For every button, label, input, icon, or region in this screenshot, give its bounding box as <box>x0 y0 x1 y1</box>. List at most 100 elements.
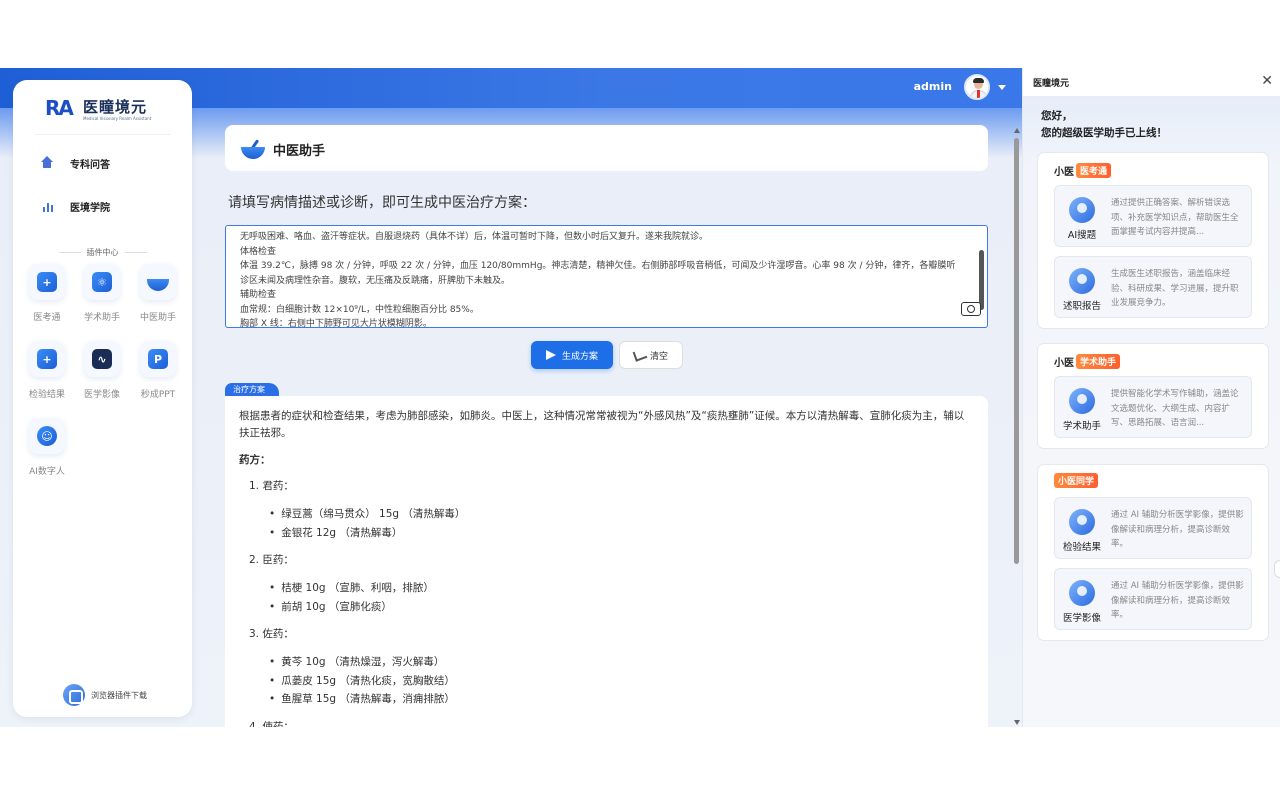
user-name[interactable]: admin <box>914 80 952 93</box>
greeting-line: 您的超级医学助手已上线！ <box>1041 127 1167 139</box>
main-scrollbar[interactable] <box>1011 116 1021 727</box>
nav-label: 医境学院 <box>70 202 110 214</box>
page-title: 中医助手 <box>273 144 326 159</box>
herb-item: 鱼腥草 15g （清热解毒，消痈排脓） <box>269 690 974 709</box>
panel-edge-handle[interactable] <box>1274 560 1280 578</box>
section-title: 3. 佐药： <box>249 628 294 640</box>
main-app: admin RA 医瞳境元 Medical Visionary Realm As… <box>0 68 1022 727</box>
textarea-scrollbar[interactable] <box>979 250 984 310</box>
herb-item: 瓜蒌皮 15g （清热化痰，宽胸散结） <box>269 672 974 691</box>
nav-item-academy[interactable]: 医境学院 <box>41 196 110 216</box>
atom-icon: ⚛ <box>92 272 112 292</box>
result-tag: 治疗方案 <box>225 383 279 396</box>
scroll-up-arrow[interactable] <box>1014 128 1020 133</box>
extension-download-button[interactable]: 浏览器插件下载 <box>63 683 147 707</box>
ai-head-icon: ☺ <box>37 426 57 446</box>
plugin-label: 秒成PPT <box>140 390 176 400</box>
plugin-label: 中医助手 <box>139 313 176 323</box>
plugin-exam[interactable]: + 医考通 <box>21 264 73 323</box>
atom-icon <box>1069 388 1095 414</box>
group-tag: 学术助手 <box>1076 354 1121 369</box>
action-buttons: 生成方案 清空 <box>531 341 683 369</box>
plugin-ai-human[interactable]: ☺ AI数字人 <box>21 418 73 477</box>
feature-name: 医学影像 <box>1062 613 1101 624</box>
feature-name: 学术助手 <box>1062 421 1101 432</box>
herb-item: 桔梗 10g （宣肺、利咽，排脓） <box>269 579 974 598</box>
feature-name: AI搜题 <box>1067 230 1097 241</box>
medical-kit-icon: + <box>37 349 57 369</box>
divider <box>35 134 171 135</box>
plugin-imaging[interactable]: ∿ 医学影像 <box>76 341 128 400</box>
plugin-academic[interactable]: ⚛ 学术助手 <box>76 264 128 323</box>
logo: RA 医瞳境元 Medical Visionary Realm Assistan… <box>45 96 165 124</box>
plugin-label: 医考通 <box>33 313 61 323</box>
group-classmate: 小医同学 检验结果 通过 AI 辅助分析医学影像，提供影像解读和病理分析，提高诊… <box>1037 464 1269 641</box>
broom-icon <box>632 348 648 362</box>
result-intro: 根据患者的症状和检查结果，考虑为肺部感染，如肺炎。中医上，这种情况常常被视为“外… <box>239 410 965 439</box>
group-tag: 小医同学 <box>1054 473 1099 488</box>
plugin-label: AI数字人 <box>29 467 65 477</box>
case-line: 辅助检查 <box>240 290 277 300</box>
camera-icon[interactable] <box>961 302 981 316</box>
case-description-input[interactable]: 无呼吸困难、咯血、盗汗等症状。自服退烧药（具体不详）后，体温可暂时下降，但数小时… <box>225 225 988 328</box>
report-icon <box>1069 268 1095 294</box>
feature-lab-result[interactable]: 检验结果 通过 AI 辅助分析医学影像，提供影像解读和病理分析，提高诊断效率。 <box>1054 497 1252 559</box>
close-icon[interactable]: ✕ <box>1261 73 1273 89</box>
herb-item: 黄芩 10g （清热燥湿，泻火解毒） <box>269 653 974 672</box>
nav-item-qa[interactable]: 专科问答 <box>41 153 110 173</box>
browser-viewport: admin RA 医瞳境元 Medical Visionary Realm As… <box>0 68 1280 727</box>
group-tag: 医考通 <box>1076 163 1112 178</box>
group-prefix: 小医 <box>1054 358 1074 369</box>
feature-report[interactable]: 述职报告 生成医生述职报告，涵盖临床经验、科研成果、学习进展，提升职业发展竞争力… <box>1054 256 1252 318</box>
plugin-tcm[interactable]: 中医助手 <box>132 264 184 323</box>
case-line: 体温 39.2℃，脉搏 98 次 / 分钟，呼吸 22 次 / 分钟，血压 12… <box>240 261 956 286</box>
result-heading: 药方： <box>239 454 271 466</box>
brand-subtitle: Medical Visionary Realm Assistant <box>83 116 152 121</box>
send-icon <box>545 350 556 360</box>
herb-item: 前胡 10g （宣肺化痰） <box>269 598 974 617</box>
feature-desc: 通过提供正确答案、解析错误选项、补充医学知识点，帮助医生全面掌握考试内容并提高.… <box>1111 198 1239 237</box>
scroll-down-arrow[interactable] <box>1014 720 1020 725</box>
herb-bowl-icon <box>241 139 265 159</box>
feature-desc: 通过 AI 辅助分析医学影像，提供影像解读和病理分析，提高诊断效率。 <box>1111 581 1244 620</box>
generate-label: 生成方案 <box>561 351 598 362</box>
section-title: 4. 使药： <box>249 720 294 728</box>
feature-name: 述职报告 <box>1062 301 1101 312</box>
nav-label: 专科问答 <box>70 159 110 171</box>
plugin-label: 检验结果 <box>28 390 65 400</box>
home-icon <box>41 156 55 170</box>
sidebar: RA 医瞳境元 Medical Visionary Realm Assistan… <box>13 80 192 717</box>
assistant-side-panel: 医瞳境元 ✕ 您好， 您的超级医学助手已上线！ 小医 医考通 AI搜题 通过提供… <box>1022 68 1280 727</box>
puzzle-icon <box>63 684 85 706</box>
panel-title: 医瞳境元 <box>1033 79 1070 89</box>
case-line: 体格检查 <box>240 246 277 257</box>
group-title: 小医同学 <box>1054 473 1099 488</box>
plugin-center-title: 插件中心 <box>13 247 192 258</box>
herb-item: 金银花 12g （清热解毒） <box>269 524 974 543</box>
plugin-lab[interactable]: + 检验结果 <box>21 341 73 400</box>
group-prefix: 小医 <box>1054 167 1074 178</box>
group-exam: 小医 医考通 AI搜题 通过提供正确答案、解析错误选项、补充医学知识点，帮助医生… <box>1037 152 1269 329</box>
chevron-down-icon[interactable] <box>998 85 1006 90</box>
exam-icon: + <box>37 272 57 292</box>
feature-academic[interactable]: 学术助手 提供智能化学术写作辅助，涵盖论文选题优化、大纲生成、内容扩写、思路拓展… <box>1054 376 1252 438</box>
feature-imaging[interactable]: 医学影像 通过 AI 辅助分析医学影像，提供影像解读和病理分析，提高诊断效率。 <box>1054 568 1252 630</box>
group-title: 小医 学术助手 <box>1054 354 1121 369</box>
ppt-icon: P <box>148 349 168 369</box>
feature-name: 检验结果 <box>1062 542 1101 553</box>
greeting-line: 您好， <box>1041 110 1073 122</box>
imaging-icon <box>1069 580 1095 606</box>
plugin-ppt[interactable]: P 秒成PPT <box>132 341 184 400</box>
herb-item: 绿豆蒿（绵马贯众） 15g （清热解毒） <box>269 505 974 524</box>
treatment-result: 根据患者的症状和检查结果，考虑为肺部感染，如肺炎。中医上，这种情况常常被视为“外… <box>225 396 988 727</box>
clear-button[interactable]: 清空 <box>619 341 683 369</box>
brand-title: 医瞳境元 <box>83 98 148 116</box>
feature-desc: 提供智能化学术写作辅助，涵盖论文选题优化、大纲生成、内容扩写、思路拓展、语言润.… <box>1111 389 1239 428</box>
feature-ai-search[interactable]: AI搜题 通过提供正确答案、解析错误选项、补充医学知识点，帮助医生全面掌握考试内… <box>1054 185 1252 247</box>
lab-icon <box>1069 509 1095 535</box>
plugin-label: 学术助手 <box>83 313 120 323</box>
user-avatar[interactable] <box>964 74 990 100</box>
generate-button[interactable]: 生成方案 <box>531 341 613 369</box>
scroll-thumb[interactable] <box>1014 138 1019 564</box>
case-line: 血常规：白细胞计数 12×10⁹/L，中性粒细胞百分比 85%。 <box>240 304 479 315</box>
